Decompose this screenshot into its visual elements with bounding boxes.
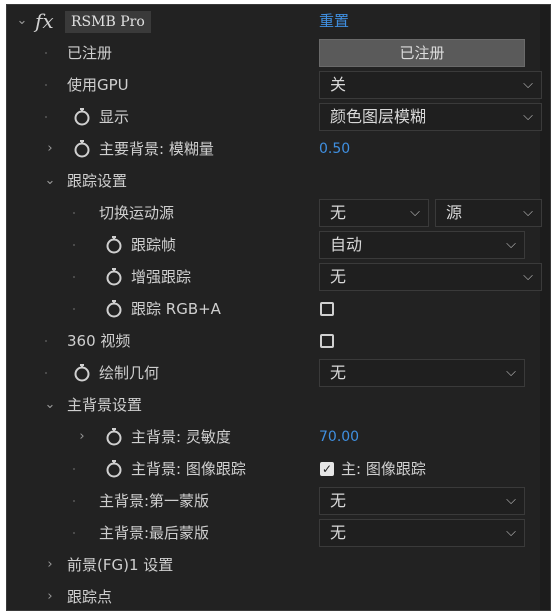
label-360-video: 360 视频 <box>67 332 131 350</box>
row-tracking-settings: ⌄ 跟踪设置 <box>7 165 550 197</box>
stopwatch-icon[interactable] <box>73 364 91 382</box>
motion-source-dropdown-1[interactable]: 无 ⌵ <box>319 199 429 227</box>
label-enhance-tracking: 增强跟踪 <box>131 268 192 286</box>
track-rgba-checkbox[interactable] <box>320 302 334 316</box>
image-tracking-checkbox[interactable]: ✓ <box>320 462 334 476</box>
row-main-bg-first-matte: 主背景:第一蒙版 无 ⌵ <box>7 485 550 517</box>
row-registered: 已注册 已注册 <box>7 37 550 69</box>
last-matte-value: 无 <box>330 523 347 542</box>
stopwatch-icon[interactable] <box>73 108 91 126</box>
registered-button[interactable]: 已注册 <box>319 39 525 67</box>
label-display: 显示 <box>99 108 130 126</box>
enhance-tracking-value: 无 <box>330 267 347 286</box>
stopwatch-icon[interactable] <box>105 300 123 318</box>
label-tracking-points: 跟踪点 <box>67 588 113 606</box>
draw-geometry-value: 无 <box>330 363 347 382</box>
last-matte-dropdown[interactable]: 无 ⌵ <box>319 519 525 547</box>
label-main-bg-sensitivity: 主背景: 灵敏度 <box>131 428 231 446</box>
draw-geometry-dropdown[interactable]: 无 ⌵ <box>319 359 525 387</box>
row-use-gpu: 使用GPU 关 ⌵ <box>7 69 550 101</box>
row-main-bg-image-tracking: 主背景: 图像跟踪 ✓ 主: 图像跟踪 <box>7 453 550 485</box>
stopwatch-icon[interactable] <box>105 236 123 254</box>
effect-controls-panel: ⌄ fx RSMB Pro 重置 已注册 已注册 使用GPU 关 ⌵ 显示 颜色… <box>6 4 551 611</box>
chevron-down-icon: ⌵ <box>506 365 516 380</box>
use-gpu-dropdown[interactable]: 关 ⌵ <box>319 71 542 99</box>
label-track-rgba: 跟踪 RGB+A <box>131 300 221 318</box>
tracking-frames-value: 自动 <box>330 235 363 254</box>
row-foreground1-settings: › 前景(FG)1 设置 <box>7 549 550 581</box>
tracking-frames-dropdown[interactable]: 自动 ⌵ <box>319 231 525 259</box>
chevron-down-icon[interactable]: ⌄ <box>43 165 57 197</box>
chevron-down-icon: ⌵ <box>506 237 516 252</box>
row-tracking-points: › 跟踪点 <box>7 581 550 613</box>
row-main-bg-settings: ⌄ 主背景设置 <box>7 389 550 421</box>
label-use-gpu: 使用GPU <box>67 76 129 94</box>
label-foreground1-settings: 前景(FG)1 设置 <box>67 556 174 574</box>
row-draw-geometry: 绘制几何 无 ⌵ <box>7 357 550 389</box>
label-registered: 已注册 <box>67 44 113 62</box>
label-main-bg-last-matte: 主背景:最后蒙版 <box>99 524 210 542</box>
row-360-video: 360 视频 <box>7 325 550 357</box>
collapse-effect-icon[interactable]: ⌄ <box>15 5 29 37</box>
video360-checkbox[interactable] <box>320 334 334 348</box>
first-matte-value: 无 <box>330 491 347 510</box>
image-tracking-checkbox-label: 主: 图像跟踪 <box>341 460 426 478</box>
stopwatch-icon[interactable] <box>105 268 123 286</box>
effect-header: ⌄ fx RSMB Pro 重置 <box>7 5 550 37</box>
stopwatch-icon[interactable] <box>105 460 123 478</box>
chevron-right-icon[interactable]: › <box>43 133 57 165</box>
chevron-right-icon[interactable]: › <box>43 549 57 581</box>
label-draw-geometry: 绘制几何 <box>99 364 160 382</box>
label-main-bg-first-matte: 主背景:第一蒙版 <box>99 492 210 510</box>
label-main-bg-settings: 主背景设置 <box>67 396 143 414</box>
label-main-bg-image-tracking: 主背景: 图像跟踪 <box>131 460 246 478</box>
row-enhance-tracking: 增强跟踪 无 ⌵ <box>7 261 550 293</box>
display-value: 颜色图层模糊 <box>330 107 427 126</box>
fx-icon[interactable]: fx <box>35 5 54 37</box>
chevron-down-icon: ⌵ <box>410 205 420 220</box>
label-main-bg-blur: 主要背景: 模糊量 <box>99 140 214 158</box>
chevron-down-icon: ⌵ <box>506 525 516 540</box>
row-main-bg-blur: › 主要背景: 模糊量 0.50 <box>7 133 550 165</box>
label-switch-motion-source: 切换运动源 <box>99 204 175 222</box>
motion-source-dropdown-2[interactable]: 源 ⌵ <box>435 199 542 227</box>
chevron-down-icon: ⌵ <box>523 109 533 124</box>
label-tracking-settings: 跟踪设置 <box>67 172 128 190</box>
stopwatch-icon[interactable] <box>73 140 91 158</box>
stopwatch-icon[interactable] <box>105 428 123 446</box>
row-switch-motion-source: 切换运动源 无 ⌵ 源 ⌵ <box>7 197 550 229</box>
motion-source-value-1: 无 <box>330 203 347 222</box>
first-matte-dropdown[interactable]: 无 ⌵ <box>319 487 525 515</box>
row-track-rgba: 跟踪 RGB+A <box>7 293 550 325</box>
row-main-bg-sensitivity: › 主背景: 灵敏度 70.00 <box>7 421 550 453</box>
row-display: 显示 颜色图层模糊 ⌵ <box>7 101 550 133</box>
chevron-right-icon[interactable]: › <box>75 421 89 453</box>
main-bg-sensitivity-value[interactable]: 70.00 <box>319 421 359 453</box>
chevron-right-icon[interactable]: › <box>43 581 57 613</box>
display-dropdown[interactable]: 颜色图层模糊 ⌵ <box>319 103 542 131</box>
main-bg-blur-value[interactable]: 0.50 <box>319 133 350 165</box>
enhance-tracking-dropdown[interactable]: 无 ⌵ <box>319 263 542 291</box>
row-tracking-frames: 跟踪帧 自动 ⌵ <box>7 229 550 261</box>
reset-link[interactable]: 重置 <box>319 5 349 37</box>
effect-name: RSMB Pro <box>65 11 151 33</box>
label-tracking-frames: 跟踪帧 <box>131 236 177 254</box>
chevron-down-icon: ⌵ <box>523 269 533 284</box>
chevron-down-icon: ⌵ <box>523 205 533 220</box>
chevron-down-icon: ⌵ <box>523 77 533 92</box>
chevron-down-icon: ⌵ <box>506 493 516 508</box>
use-gpu-value: 关 <box>330 75 347 94</box>
motion-source-value-2: 源 <box>446 203 463 222</box>
chevron-down-icon[interactable]: ⌄ <box>43 389 57 421</box>
row-main-bg-last-matte: 主背景:最后蒙版 无 ⌵ <box>7 517 550 549</box>
